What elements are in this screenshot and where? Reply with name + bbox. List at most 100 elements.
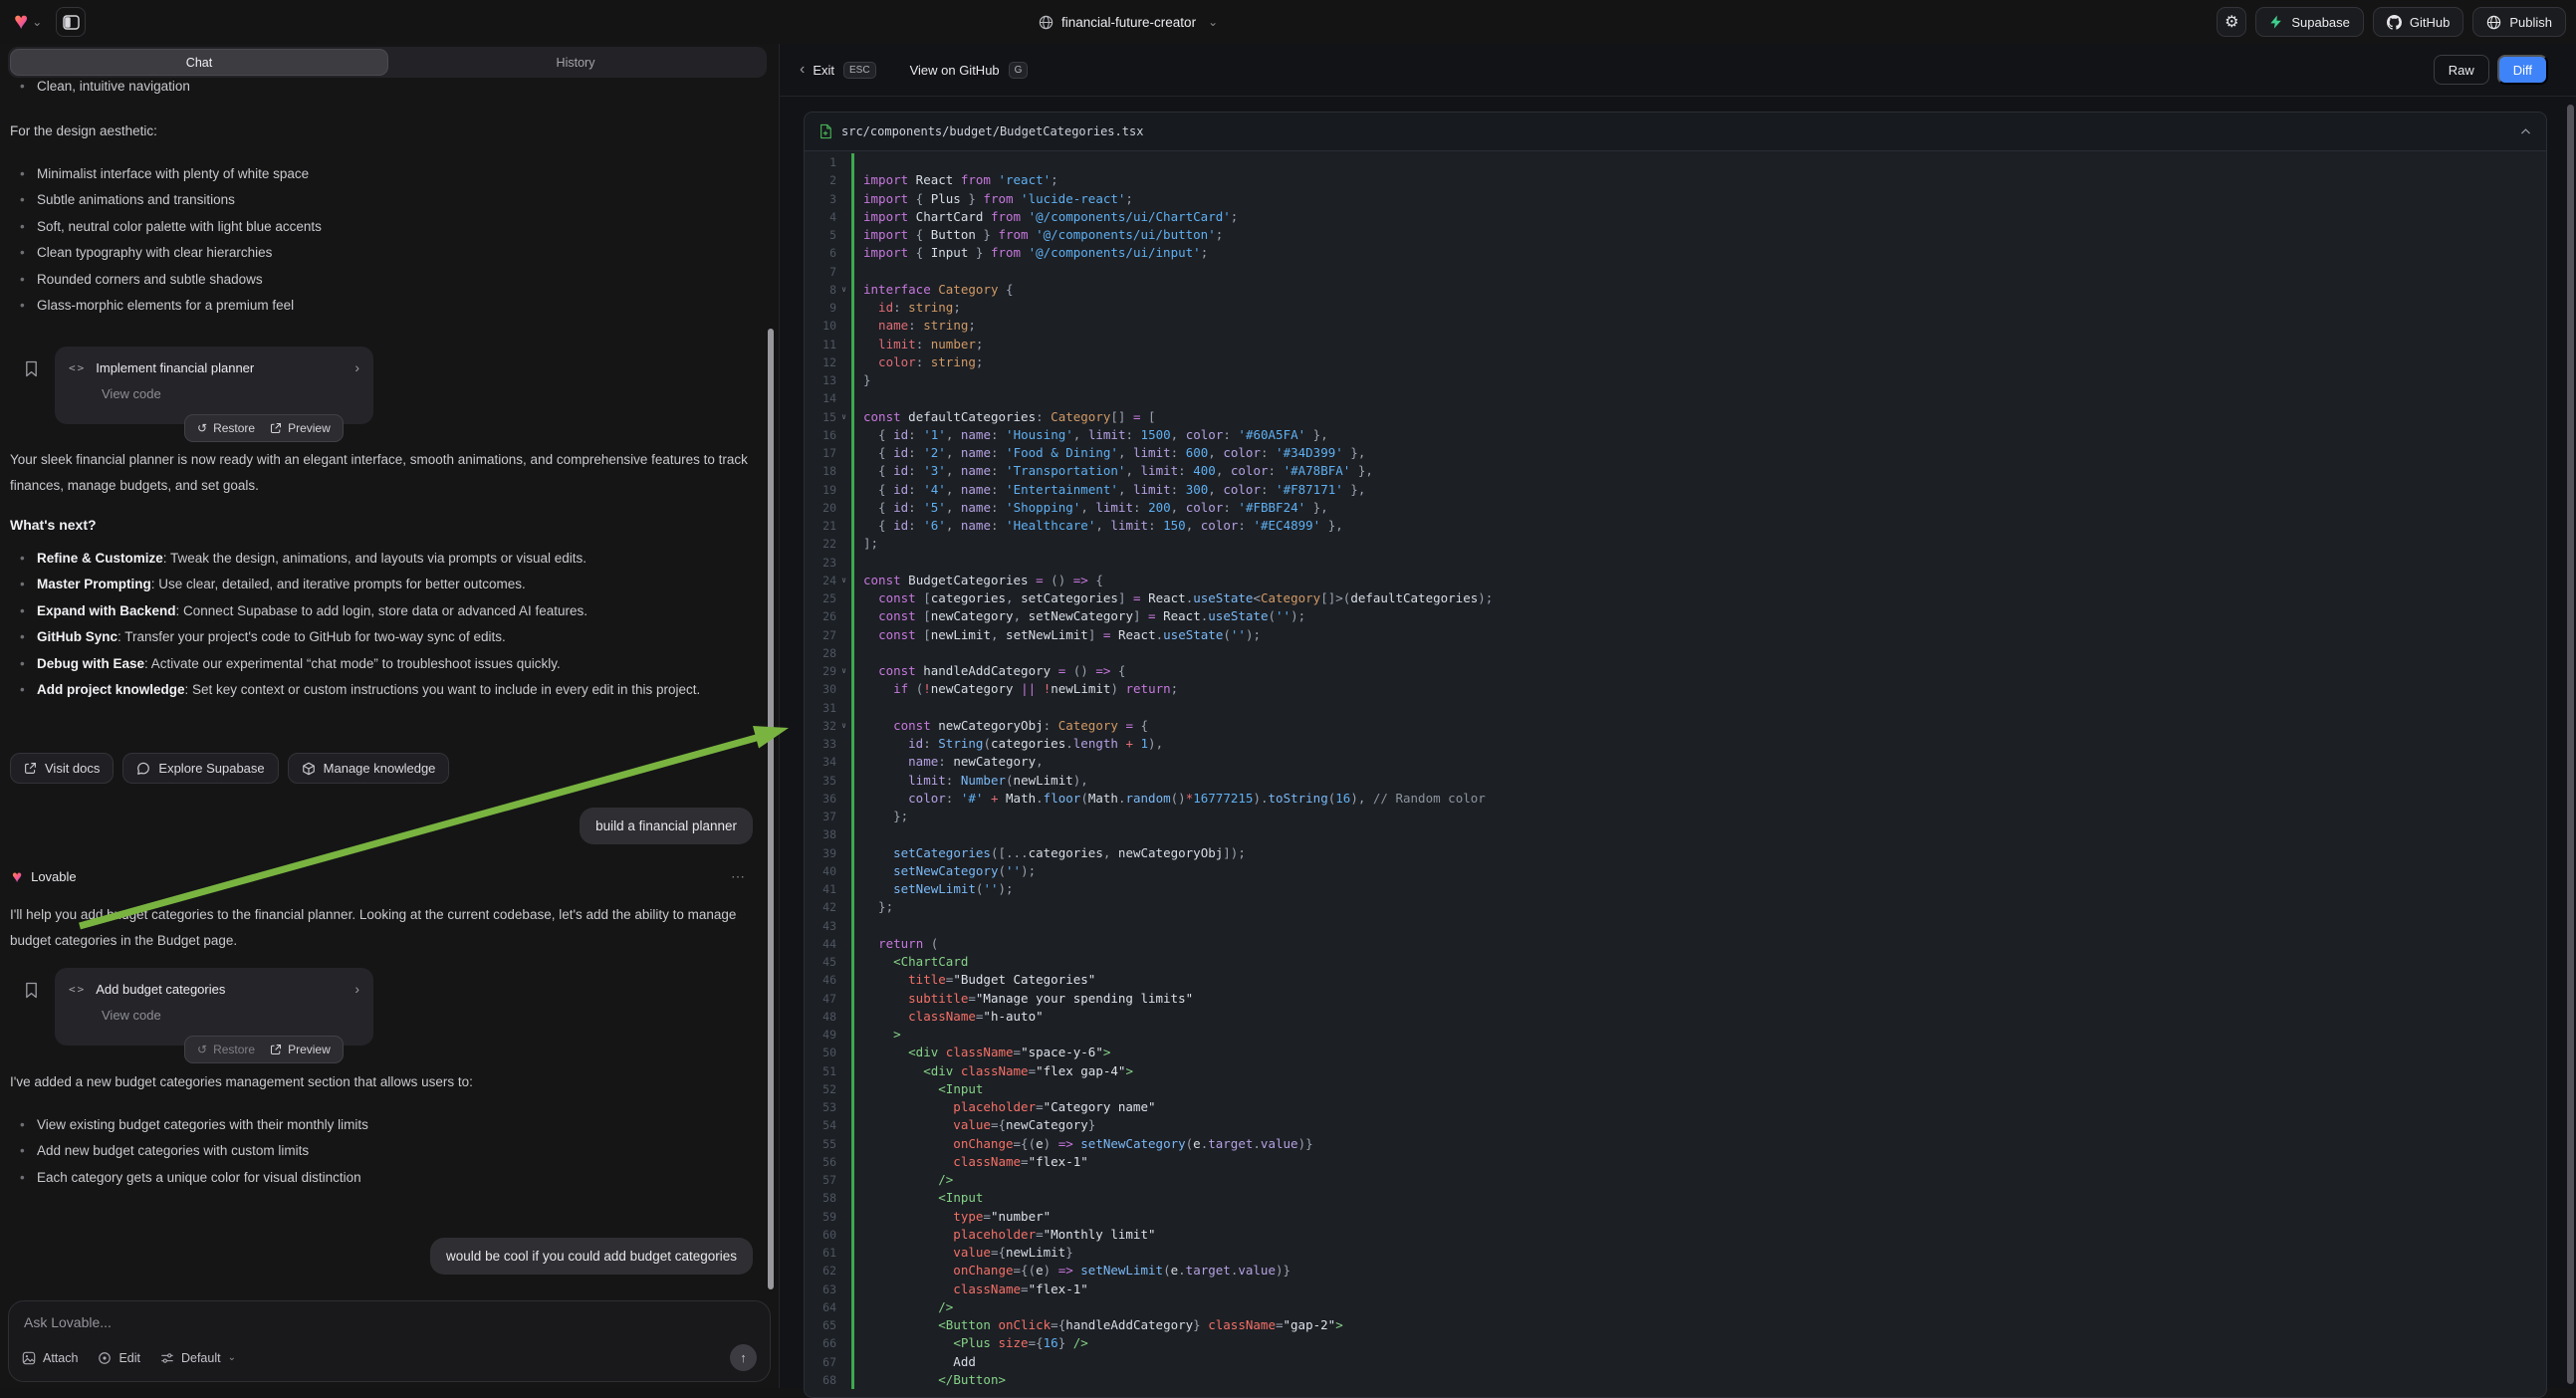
send-button[interactable]: ↑: [730, 1344, 757, 1371]
fold-spacer: [836, 1244, 851, 1262]
line-number: 19: [805, 481, 836, 499]
list-item: Minimalist interface with plenty of whit…: [10, 161, 765, 187]
preview-button[interactable]: Preview: [270, 421, 331, 435]
tab-chat[interactable]: Chat: [11, 50, 387, 75]
assistant-header-row: ♥ Lovable ⋯: [10, 868, 765, 885]
sliders-icon: [160, 1351, 174, 1365]
fold-spacer: [836, 753, 851, 771]
settings-button[interactable]: ⚙: [2217, 7, 2246, 37]
line-number: 50: [805, 1044, 836, 1061]
chat-scrollbar[interactable]: [768, 329, 774, 1289]
collapse-chevron-up-icon[interactable]: [2519, 125, 2532, 138]
line-number: 29: [805, 662, 836, 680]
fold-spacer: [836, 1334, 851, 1352]
fold-spacer: [836, 1062, 851, 1080]
line-number: 28: [805, 644, 836, 662]
line-number: 36: [805, 790, 836, 808]
sidebar-toggle-button[interactable]: [56, 7, 86, 37]
version-card-implement-financial-planner[interactable]: <> Implement financial planner › View co…: [55, 347, 373, 424]
fold-spacer: [836, 644, 851, 662]
fold-spacer: [836, 444, 851, 462]
diff-toggle-button[interactable]: Diff: [2497, 55, 2548, 85]
composer-placeholder: Ask Lovable...: [24, 1314, 755, 1330]
code-line: 33 id: String(categories.length + 1),: [805, 735, 2546, 753]
fold-chevron-icon[interactable]: ∨: [836, 281, 851, 299]
list-item: Add new budget categories with custom li…: [10, 1138, 765, 1164]
line-number: 34: [805, 753, 836, 771]
line-number: 21: [805, 517, 836, 535]
list-item: Clean typography with clear hierarchies: [10, 240, 765, 266]
line-number: 14: [805, 389, 836, 407]
edit-button[interactable]: Edit: [98, 1351, 140, 1365]
line-number: 3: [805, 190, 836, 208]
message-menu-icon[interactable]: ⋯: [731, 868, 747, 885]
code-line: 21 { id: '6', name: 'Healthcare', limit:…: [805, 517, 2546, 535]
fold-spacer: [836, 1189, 851, 1207]
line-number: 30: [805, 680, 836, 698]
fold-chevron-icon[interactable]: ∨: [836, 662, 851, 680]
line-number: 64: [805, 1298, 836, 1316]
assistant-added-paragraph: I've added a new budget categories manag…: [10, 1069, 765, 1095]
logo-chevron-down-icon[interactable]: ⌄: [32, 15, 42, 29]
fold-spacer: [836, 1371, 851, 1389]
chat-composer[interactable]: Ask Lovable... Attach Edit: [8, 1300, 771, 1382]
line-number: 42: [805, 898, 836, 916]
line-number: 62: [805, 1262, 836, 1280]
supabase-button[interactable]: Supabase: [2255, 7, 2364, 37]
restore-button[interactable]: ↺ Restore: [197, 1043, 255, 1056]
globe-icon: [1039, 15, 1054, 30]
version-card-add-budget-categories[interactable]: <> Add budget categories › View code: [55, 968, 373, 1046]
external-link-icon: [270, 1044, 282, 1055]
fold-spacer: [836, 190, 851, 208]
bookmark-icon[interactable]: [24, 360, 39, 377]
gear-icon: ⚙: [2225, 12, 2238, 32]
line-number: 13: [805, 371, 836, 389]
restore-icon: ↺: [197, 421, 207, 435]
fold-spacer: [836, 1044, 851, 1061]
list-item: Debug with Ease: Activate our experiment…: [10, 651, 747, 677]
fold-chevron-icon[interactable]: ∨: [836, 408, 851, 426]
view-code-link[interactable]: View code: [102, 386, 359, 401]
fold-spacer: [836, 880, 851, 898]
line-number: 35: [805, 772, 836, 790]
line-number: 43: [805, 917, 836, 935]
fold-spacer: [836, 898, 851, 916]
line-number: 60: [805, 1226, 836, 1244]
line-number: 8: [805, 281, 836, 299]
code-line: 62 onChange={(e) => setNewLimit(e.target…: [805, 1262, 2546, 1280]
attach-button[interactable]: Attach: [22, 1351, 78, 1365]
user-message-bubble: would be cool if you could add budget ca…: [430, 1238, 753, 1275]
manage-knowledge-button[interactable]: Manage knowledge: [288, 753, 450, 784]
code-line: 10 name: string;: [805, 317, 2546, 335]
version-card-block: <> Add budget categories › View code ↺ R…: [0, 966, 779, 1069]
fold-spacer: [836, 808, 851, 825]
list-item: Add project knowledge: Set key context o…: [10, 677, 747, 703]
tab-history[interactable]: History: [387, 50, 764, 75]
view-on-github-button[interactable]: View on GitHub: [910, 63, 1000, 78]
project-switcher[interactable]: financial-future-creator ⌄: [1039, 0, 1218, 44]
code-line: 19 { id: '4', name: 'Entertainment', lim…: [805, 481, 2546, 499]
lovable-logo-icon[interactable]: ♥: [14, 10, 28, 34]
fold-spacer: [836, 1208, 851, 1226]
fold-chevron-icon[interactable]: ∨: [836, 572, 851, 589]
whats-next-list: Refine & Customize: Tweak the design, an…: [10, 546, 747, 703]
file-header[interactable]: src/components/budget/BudgetCategories.t…: [805, 113, 2546, 151]
publish-button[interactable]: Publish: [2472, 7, 2566, 37]
code-line: 7: [805, 263, 2546, 281]
github-button[interactable]: GitHub: [2373, 7, 2463, 37]
explore-supabase-button[interactable]: Explore Supabase: [122, 753, 278, 784]
chat-panel: Chat History Clean, intuitive navigation…: [0, 44, 779, 1388]
code-scrollbar[interactable]: [2567, 105, 2574, 1384]
restore-button[interactable]: ↺ Restore: [197, 421, 255, 435]
preview-button[interactable]: Preview: [270, 1043, 331, 1056]
view-code-link[interactable]: View code: [102, 1008, 359, 1023]
visit-docs-button[interactable]: Visit docs: [10, 753, 114, 784]
raw-toggle-button[interactable]: Raw: [2434, 55, 2489, 85]
bookmark-icon[interactable]: [24, 982, 39, 999]
fold-chevron-icon[interactable]: ∨: [836, 717, 851, 735]
code-line: 27 const [newLimit, setNewLimit] = React…: [805, 626, 2546, 644]
line-number: 20: [805, 499, 836, 517]
list-item: Master Prompting: Use clear, detailed, a…: [10, 572, 747, 597]
exit-button[interactable]: Exit: [813, 63, 834, 78]
mode-selector[interactable]: Default ⌄: [160, 1351, 236, 1365]
